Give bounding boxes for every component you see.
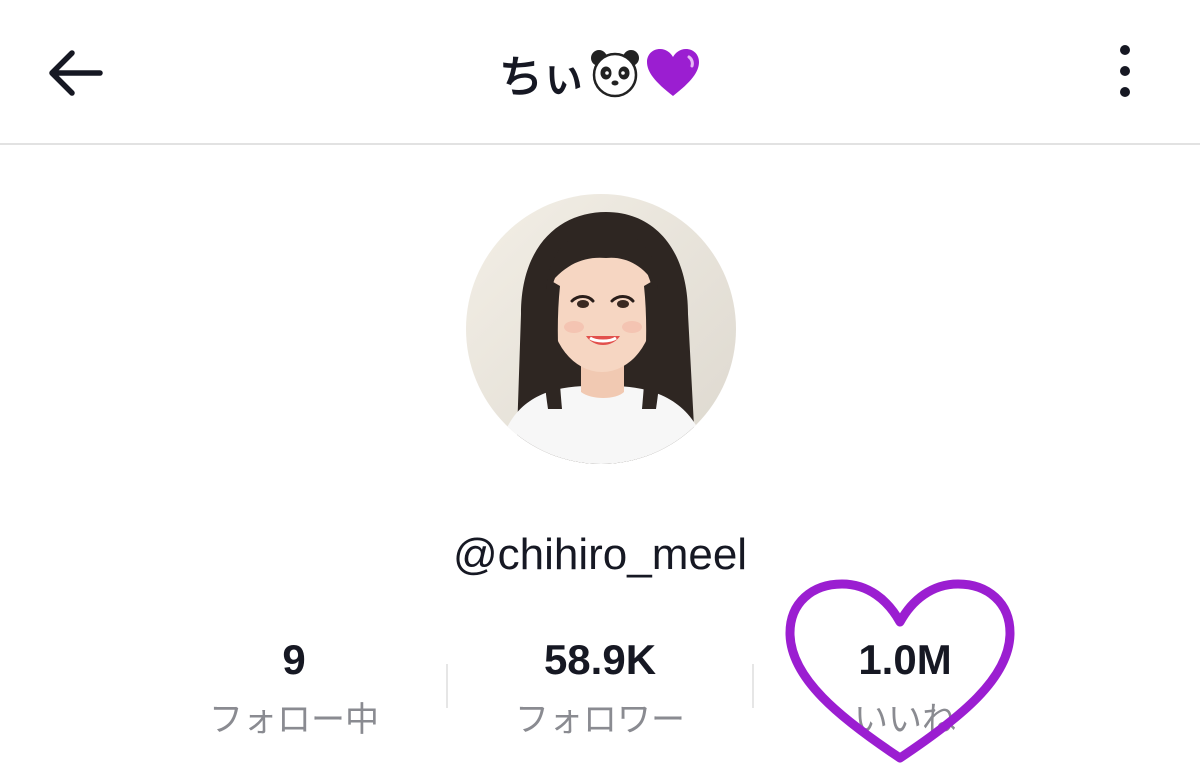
following-stat[interactable]: 9 フォロー中 [144, 630, 444, 748]
following-count: 9 [282, 636, 306, 683]
likes-stat[interactable]: 1.0M いいね [755, 630, 1055, 748]
vertical-dots-icon [1120, 45, 1130, 97]
page-title: ちぃ [499, 52, 586, 103]
profile-avatar[interactable] [466, 194, 736, 464]
followers-count: 58.9K [543, 636, 657, 683]
followers-stat[interactable]: 58.9K フォロワー [450, 630, 750, 748]
more-options-button[interactable] [1100, 38, 1150, 104]
stat-divider [752, 664, 754, 708]
profile-title: ちぃ [0, 38, 1200, 108]
followers-label: フォロワー [515, 700, 685, 740]
purple-heart-icon [645, 45, 701, 101]
profile-screen: ちぃ @chihiro_meel 9 フォロー中 58.9K フォロワー 1.0… [0, 0, 1200, 766]
username: @chihiro_meel [452, 530, 748, 579]
following-label: フォロー中 [209, 700, 379, 740]
likes-count: 1.0M [858, 636, 952, 683]
likes-label: いいね [854, 700, 956, 740]
top-nav-bar: ちぃ [0, 0, 1200, 145]
panda-face-icon [587, 45, 643, 101]
stat-divider [446, 664, 448, 708]
